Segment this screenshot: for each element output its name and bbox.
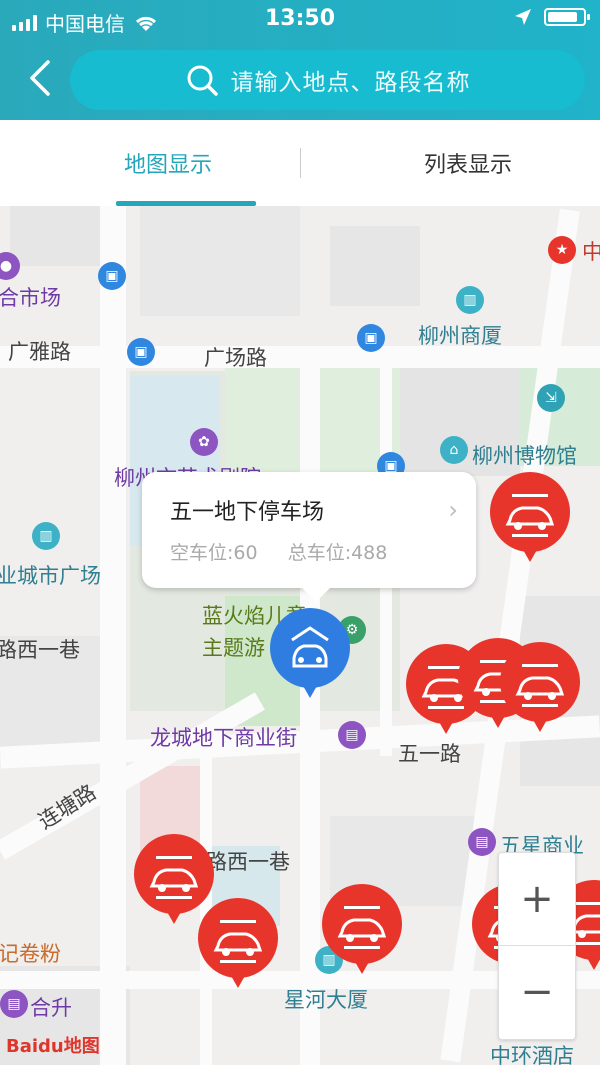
map-label: 记卷粉 <box>0 942 61 966</box>
exit-icon[interactable]: ⇲ <box>537 384 565 412</box>
header: 中国电信 13:50 请输入地点、路段名称 <box>0 0 600 120</box>
map-label: 广场路 <box>204 346 267 370</box>
battery-fill <box>548 12 577 22</box>
map-label: 合升 <box>30 996 72 1020</box>
map-label: 柳州博物馆 <box>472 444 577 468</box>
map-label: 星河大厦 <box>284 988 368 1012</box>
location-arrow-icon <box>515 9 531 25</box>
map-label: 广雅路 <box>8 340 71 364</box>
tab-map-view[interactable]: 地图显示 <box>18 120 318 206</box>
map-label: 路西一巷 <box>206 850 290 874</box>
zoom-in-button[interactable]: + <box>499 853 575 945</box>
map-label: 龙城地下商业街 <box>150 726 297 750</box>
map-label: 业城市广场 <box>0 564 101 588</box>
search-icon <box>187 65 218 96</box>
total-spaces: 总车位:488 <box>287 542 388 564</box>
parking-marker[interactable] <box>498 640 582 736</box>
status-bar: 中国电信 13:50 <box>0 0 600 40</box>
parking-marker[interactable] <box>320 882 404 978</box>
map-label: 主题游 <box>202 636 265 660</box>
museum-icon[interactable]: ⌂ <box>440 436 468 464</box>
shopping-icon[interactable]: ▤ <box>468 828 496 856</box>
baidu-map-logo: Baidu地图 <box>6 1036 100 1057</box>
parking-stats: 空车位:60 总车位:488 <box>170 538 387 565</box>
chevron-right-icon[interactable]: › <box>448 496 458 524</box>
star-icon[interactable]: ★ <box>548 236 576 264</box>
parking-info-popup[interactable]: 五一地下停车场 › 空车位:60 总车位:488 <box>142 472 476 602</box>
shopping-icon[interactable]: ▤ <box>0 990 28 1018</box>
zoom-control: + − <box>498 852 576 1040</box>
map-label: 路西一巷 <box>0 638 80 662</box>
search-input[interactable]: 请输入地点、路段名称 <box>70 50 585 110</box>
map-label: 合市场 <box>0 286 61 310</box>
vacant-spaces: 空车位:60 <box>170 542 258 564</box>
parking-name: 五一地下停车场 <box>170 500 325 525</box>
map-label: 中环酒店 <box>490 1044 574 1065</box>
bus-stop-icon[interactable]: ▣ <box>127 338 155 366</box>
shopping-icon[interactable]: ▤ <box>338 721 366 749</box>
zoom-out-button[interactable]: − <box>499 946 575 1038</box>
battery-icon <box>544 8 590 26</box>
map-label: 五一路 <box>398 742 461 766</box>
bus-stop-icon[interactable]: ▣ <box>98 262 126 290</box>
view-tabs: 地图显示 列表显示 <box>0 120 600 207</box>
map-label: 柳州商厦 <box>418 324 502 348</box>
status-right <box>514 8 590 26</box>
search-placeholder: 请输入地点、路段名称 <box>230 70 471 96</box>
building-icon[interactable]: ▥ <box>32 522 60 550</box>
building-icon[interactable]: ▥ <box>456 286 484 314</box>
back-icon[interactable] <box>22 58 62 98</box>
map-label: 中 <box>582 240 600 264</box>
status-time: 13:50 <box>264 6 336 31</box>
tab-list-view[interactable]: 列表显示 <box>318 120 600 206</box>
tab-divider <box>300 148 301 178</box>
parking-marker[interactable] <box>196 896 280 992</box>
parking-marker[interactable] <box>488 470 572 566</box>
selected-parking-marker[interactable] <box>268 606 352 702</box>
theater-icon[interactable]: ✿ <box>190 428 218 456</box>
bus-stop-icon[interactable]: ▣ <box>357 324 385 352</box>
map-view[interactable]: ▣ ▣ ▣ ▣ ▥ ⌂ ▥ ✿ ▤ ▤ ▤ ▥ ★ ⇲ ⚙ ● 合市场 广雅路 … <box>0 206 600 1065</box>
